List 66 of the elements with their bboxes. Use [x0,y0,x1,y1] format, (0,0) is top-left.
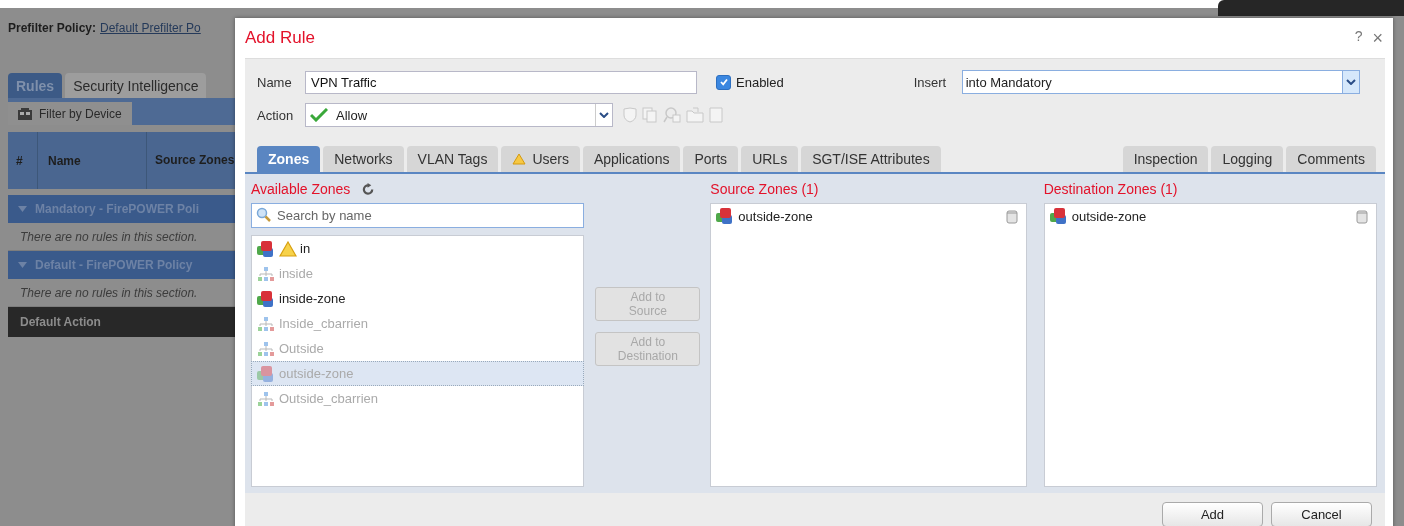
action-dropdown[interactable]: Allow [305,103,613,127]
trash-icon[interactable] [1005,208,1018,224]
dialog-title: Add Rule [245,28,315,48]
empty-message: There are no rules in this section. [20,285,198,300]
checkbox-label: Enabled [736,74,784,90]
section-title: Destination Zones (1) [1043,181,1178,197]
zone-item[interactable]: inside-zone [252,286,584,311]
help-button[interactable]: ? [1354,27,1363,49]
cubes-icon [256,289,276,308]
policy-label: Prefilter Policy: [8,21,97,35]
default-action-row: Default Action [8,307,235,337]
rule-tab[interactable]: Applications [582,146,681,172]
field-label: Action [257,107,295,123]
empty-message: There are no rules in this section. [20,229,198,244]
shield-icon[interactable] [623,107,637,123]
dialog-button[interactable]: Add [1162,502,1263,526]
checkmark-icon [718,77,729,87]
network-icon [256,390,276,407]
section-title: Available Zones [251,181,351,197]
checkmark-icon [310,108,328,122]
search-icon [256,207,272,223]
collapse-caret-icon[interactable] [18,206,27,212]
grid-icon [18,107,32,120]
section-title: Source Zones (1) [710,181,819,197]
zone-name: outside-zone [1071,208,1148,224]
rule-tab[interactable]: URLs [741,146,799,172]
collapse-caret-icon[interactable] [18,262,27,268]
network-icon [256,340,276,357]
rule-tab[interactable]: VLAN Tags [406,146,499,172]
trash-icon[interactable] [1356,208,1368,224]
refresh-icon[interactable] [362,182,376,196]
network-icon [256,315,276,332]
zone-name: outside-zone [738,208,814,224]
policy-link[interactable]: Default Prefilter Po [100,21,201,35]
cubes-icon [256,364,276,383]
name-field[interactable]: VPN Traffic [305,70,697,94]
field-label: Name [257,74,293,90]
filter-button[interactable]: Filter by Device [8,102,132,125]
column-header: Source Zones [154,152,235,169]
page-tab[interactable]: Security Intelligence [65,73,207,98]
field-label: Insert [913,74,948,90]
rule-tab[interactable]: Networks [323,146,404,172]
enabled-checkbox[interactable] [716,74,731,90]
network-icon [256,265,276,282]
close-button[interactable]: × [1372,27,1383,49]
user-lock-icon[interactable] [663,107,681,123]
folder-icon[interactable] [686,107,704,123]
zone-item[interactable]: in [252,236,584,261]
caret-icon [1345,79,1356,85]
search-field[interactable]: Search by name [251,203,585,228]
rule-tab[interactable]: Comments [1286,146,1376,172]
rule-tab[interactable]: Inspection [1122,146,1209,172]
column-header: Name [38,132,147,189]
dialog-button[interactable]: Cancel [1271,502,1372,526]
cubes-icon [256,239,276,258]
copy-icon[interactable] [642,107,658,123]
rule-tab[interactable]: Zones [257,146,321,172]
rule-tab[interactable]: Ports [683,146,739,172]
rule-tab[interactable]: Users [501,146,580,172]
rule-tab[interactable]: Logging [1211,146,1284,172]
insert-dropdown[interactable]: into Mandatory [961,70,1360,94]
column-header: # [8,132,38,189]
cubes-icon [1048,207,1069,225]
rule-tab[interactable]: SGT/ISE Attributes [801,146,941,172]
page-icon[interactable] [709,107,723,123]
caret-icon [599,112,609,118]
